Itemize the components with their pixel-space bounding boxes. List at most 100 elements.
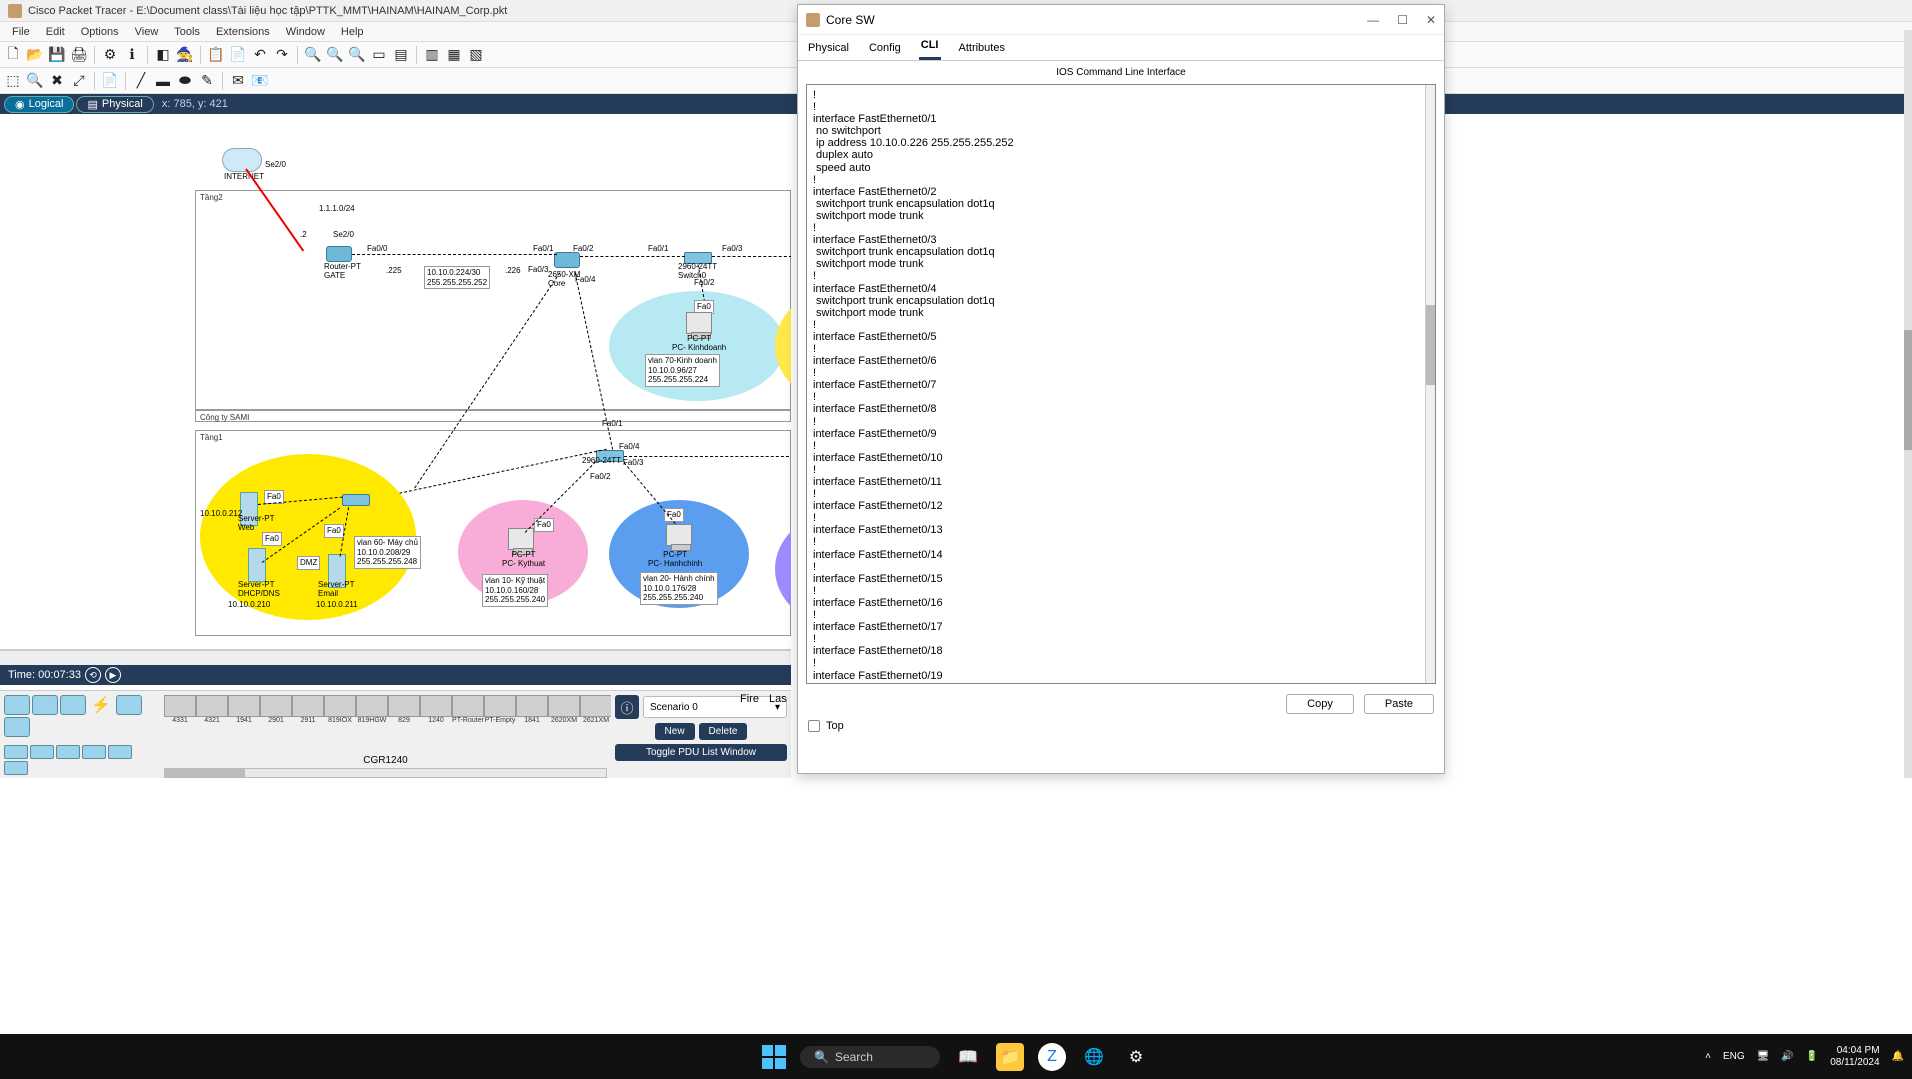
tab-physical[interactable]: Physical	[806, 38, 851, 60]
tray-chevron-icon[interactable]: ˄	[1705, 1051, 1711, 1062]
new-button[interactable]: New	[655, 723, 695, 740]
redo-icon[interactable]: ↷	[273, 46, 291, 64]
taskbar-app-5[interactable]: ⚙	[1122, 1043, 1150, 1071]
workspace-hscroll[interactable]	[0, 650, 791, 665]
zoom-reset-icon[interactable]: 🔍	[326, 46, 344, 64]
tab-cli[interactable]: CLI	[919, 35, 941, 60]
device-list-scrollbar[interactable]	[164, 768, 607, 778]
menu-tools[interactable]: Tools	[166, 24, 208, 40]
device-model-item[interactable]: 2620XM	[548, 695, 580, 724]
menu-help[interactable]: Help	[333, 24, 372, 40]
note-icon[interactable]: 📄	[101, 72, 119, 90]
menu-view[interactable]: View	[127, 24, 167, 40]
taskbar-zalo-icon[interactable]: Z	[1038, 1043, 1066, 1071]
taskbar-chrome-icon[interactable]: 🌐	[1080, 1043, 1108, 1071]
menu-edit[interactable]: Edit	[38, 24, 73, 40]
undo-icon[interactable]: ↶	[251, 46, 269, 64]
device-model-item[interactable]: 819HGW	[356, 695, 388, 724]
tray-notifications-icon[interactable]: 🔔	[1892, 1051, 1904, 1062]
device-model-item[interactable]: PT-Router	[452, 695, 484, 724]
info-icon[interactable]: ℹ	[123, 46, 141, 64]
panel3-icon[interactable]: ▧	[467, 46, 485, 64]
switch2b[interactable]	[342, 494, 370, 506]
maximize-icon[interactable]: ☐	[1397, 13, 1408, 27]
print-icon[interactable]: 🖨	[70, 46, 88, 64]
sub-category-icon[interactable]	[108, 745, 132, 759]
rect-icon[interactable]: ▭	[370, 46, 388, 64]
ellipse-icon[interactable]: ⬬	[176, 72, 194, 90]
delete-icon[interactable]: ✖	[48, 72, 66, 90]
menu-file[interactable]: File	[4, 24, 38, 40]
layout-icon[interactable]: ▤	[392, 46, 410, 64]
scenario-info-icon[interactable]: ⓘ	[615, 695, 639, 719]
pc-kythuat[interactable]	[508, 528, 534, 550]
panel2-icon[interactable]: ▦	[445, 46, 463, 64]
close-icon[interactable]: ✕	[1426, 13, 1436, 27]
menu-options[interactable]: Options	[73, 24, 127, 40]
taskbar-app-1[interactable]: 📖	[954, 1043, 982, 1071]
panel1-icon[interactable]: ▥	[423, 46, 441, 64]
device-model-item[interactable]: 2621XM	[580, 695, 611, 724]
inspect-icon[interactable]: 🔍	[26, 72, 44, 90]
category-security-icon[interactable]	[4, 717, 30, 737]
device-model-item[interactable]: 829	[388, 695, 420, 724]
new-file-icon[interactable]: 🗋	[4, 46, 22, 64]
tray-network-icon[interactable]: 🖥	[1757, 1051, 1770, 1062]
workspace-canvas[interactable]: Tầng2 Công ty SAMI Tầng1 INTERNET Se2/0 …	[0, 114, 791, 650]
device-model-item[interactable]: 1841	[516, 695, 548, 724]
category-connections-icon[interactable]: ⚡	[88, 695, 114, 715]
freeform-icon[interactable]: ✎	[198, 72, 216, 90]
logical-tab[interactable]: ◉Logical	[4, 96, 74, 113]
select-icon[interactable]: ⬚	[4, 72, 22, 90]
toggle-pdu-button[interactable]: Toggle PDU List Window	[615, 744, 787, 761]
minimize-icon[interactable]: —	[1367, 13, 1379, 27]
tray-battery-icon[interactable]: 🔋	[1806, 1051, 1818, 1062]
category-hubs-icon[interactable]	[60, 695, 86, 715]
category-switches-icon[interactable]	[32, 695, 58, 715]
category-routers-icon[interactable]	[4, 695, 30, 715]
router-gate[interactable]	[326, 246, 352, 262]
device-model-item[interactable]: 2911	[292, 695, 324, 724]
device-model-item[interactable]: 2901	[260, 695, 292, 724]
simple-pdu-icon[interactable]: ✉	[229, 72, 247, 90]
tab-attributes[interactable]: Attributes	[957, 38, 1007, 60]
window-scrollbar[interactable]	[1904, 30, 1912, 778]
settings-icon[interactable]: ⚙	[101, 46, 119, 64]
sub-category-icon[interactable]	[30, 745, 54, 759]
switch-core[interactable]	[554, 252, 580, 268]
tab-config[interactable]: Config	[867, 38, 903, 60]
delete-button[interactable]: Delete	[699, 723, 748, 740]
paste-icon[interactable]: 📄	[229, 46, 247, 64]
physical-tab[interactable]: ▤Physical	[76, 96, 153, 113]
server-dhcp[interactable]	[248, 548, 266, 582]
tray-language[interactable]: ENG	[1723, 1051, 1745, 1062]
complex-pdu-icon[interactable]: 📧	[251, 72, 269, 90]
menu-window[interactable]: Window	[278, 24, 333, 40]
pc-hanhchinh[interactable]	[666, 524, 692, 546]
copy-icon[interactable]: 📋	[207, 46, 225, 64]
sub-category-icon[interactable]	[56, 745, 80, 759]
device-model-item[interactable]: PT-Empty	[484, 695, 516, 724]
copy-button[interactable]: Copy	[1286, 694, 1354, 714]
paste-button[interactable]: Paste	[1364, 694, 1434, 714]
internet-cloud[interactable]	[222, 148, 262, 172]
save-icon[interactable]: 💾	[48, 46, 66, 64]
sw-titlebar[interactable]: Core SW — ☐ ✕	[798, 5, 1444, 35]
menu-extensions[interactable]: Extensions	[208, 24, 278, 40]
line-icon[interactable]: ╱	[132, 72, 150, 90]
cli-scrollbar[interactable]	[1425, 85, 1435, 683]
activity-icon[interactable]: ◧	[154, 46, 172, 64]
zoom-in-icon[interactable]: 🔍	[304, 46, 322, 64]
zoom-out-icon[interactable]: 🔍	[348, 46, 366, 64]
sub-category-icon[interactable]	[82, 745, 106, 759]
taskbar-search[interactable]: 🔍 Search	[800, 1046, 940, 1068]
open-file-icon[interactable]: 📂	[26, 46, 44, 64]
device-model-item[interactable]: 1240	[420, 695, 452, 724]
wizard-icon[interactable]: 🧙	[176, 46, 194, 64]
device-model-item[interactable]: 4331	[164, 695, 196, 724]
start-button[interactable]	[762, 1045, 786, 1069]
device-model-item[interactable]: 4321	[196, 695, 228, 724]
sub-category-icon[interactable]	[4, 761, 28, 775]
device-model-item[interactable]: 1941	[228, 695, 260, 724]
sub-category-icon[interactable]	[4, 745, 28, 759]
